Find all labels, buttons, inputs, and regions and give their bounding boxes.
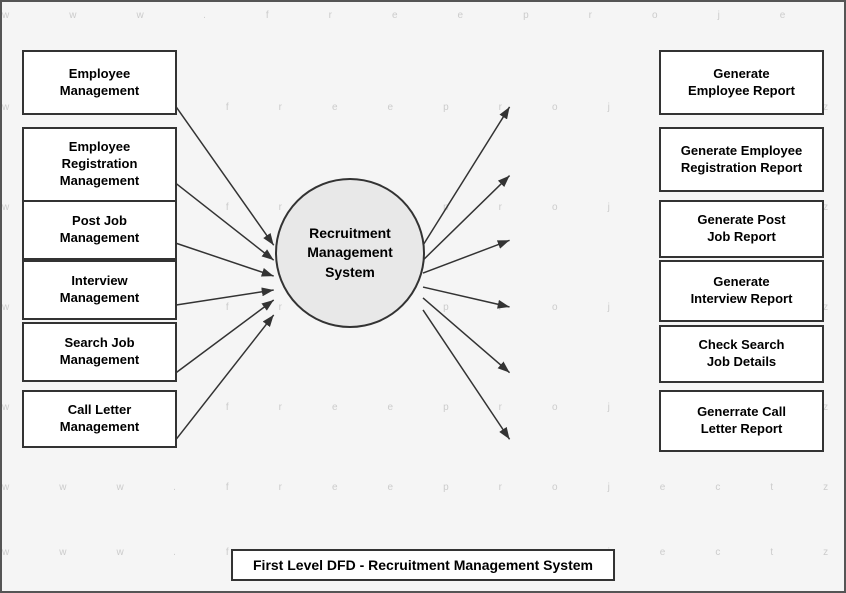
box-gen-post-job-report: Generate PostJob Report xyxy=(659,200,824,258)
box-gen-call-letter-report: Generrate CallLetter Report xyxy=(659,390,824,452)
box-check-search-job: Check SearchJob Details xyxy=(659,325,824,383)
box-gen-employee-reg-report: Generate EmployeeRegistration Report xyxy=(659,127,824,192)
center-circle: RecruitmentManagementSystem xyxy=(275,178,425,328)
footer-label: First Level DFD - Recruitment Management… xyxy=(231,549,615,581)
watermark-6: www.freeprojectz.com www.freeprojectz.co… xyxy=(2,482,844,493)
watermark-top: www.freeprojectz.com www.freeprojectz.co… xyxy=(2,10,844,21)
box-search-job: Search JobManagement xyxy=(22,322,177,382)
box-post-job: Post JobManagement xyxy=(22,200,177,260)
box-employee-registration: EmployeeRegistrationManagement xyxy=(22,127,177,202)
box-employee-management: EmployeeManagement xyxy=(22,50,177,115)
box-interview-management: InterviewManagement xyxy=(22,260,177,320)
box-gen-employee-report: GenerateEmployee Report xyxy=(659,50,824,115)
box-call-letter: Call LetterManagement xyxy=(22,390,177,448)
box-gen-interview-report: GenerateInterview Report xyxy=(659,260,824,322)
main-container: www.freeprojectz.com www.freeprojectz.co… xyxy=(0,0,846,593)
